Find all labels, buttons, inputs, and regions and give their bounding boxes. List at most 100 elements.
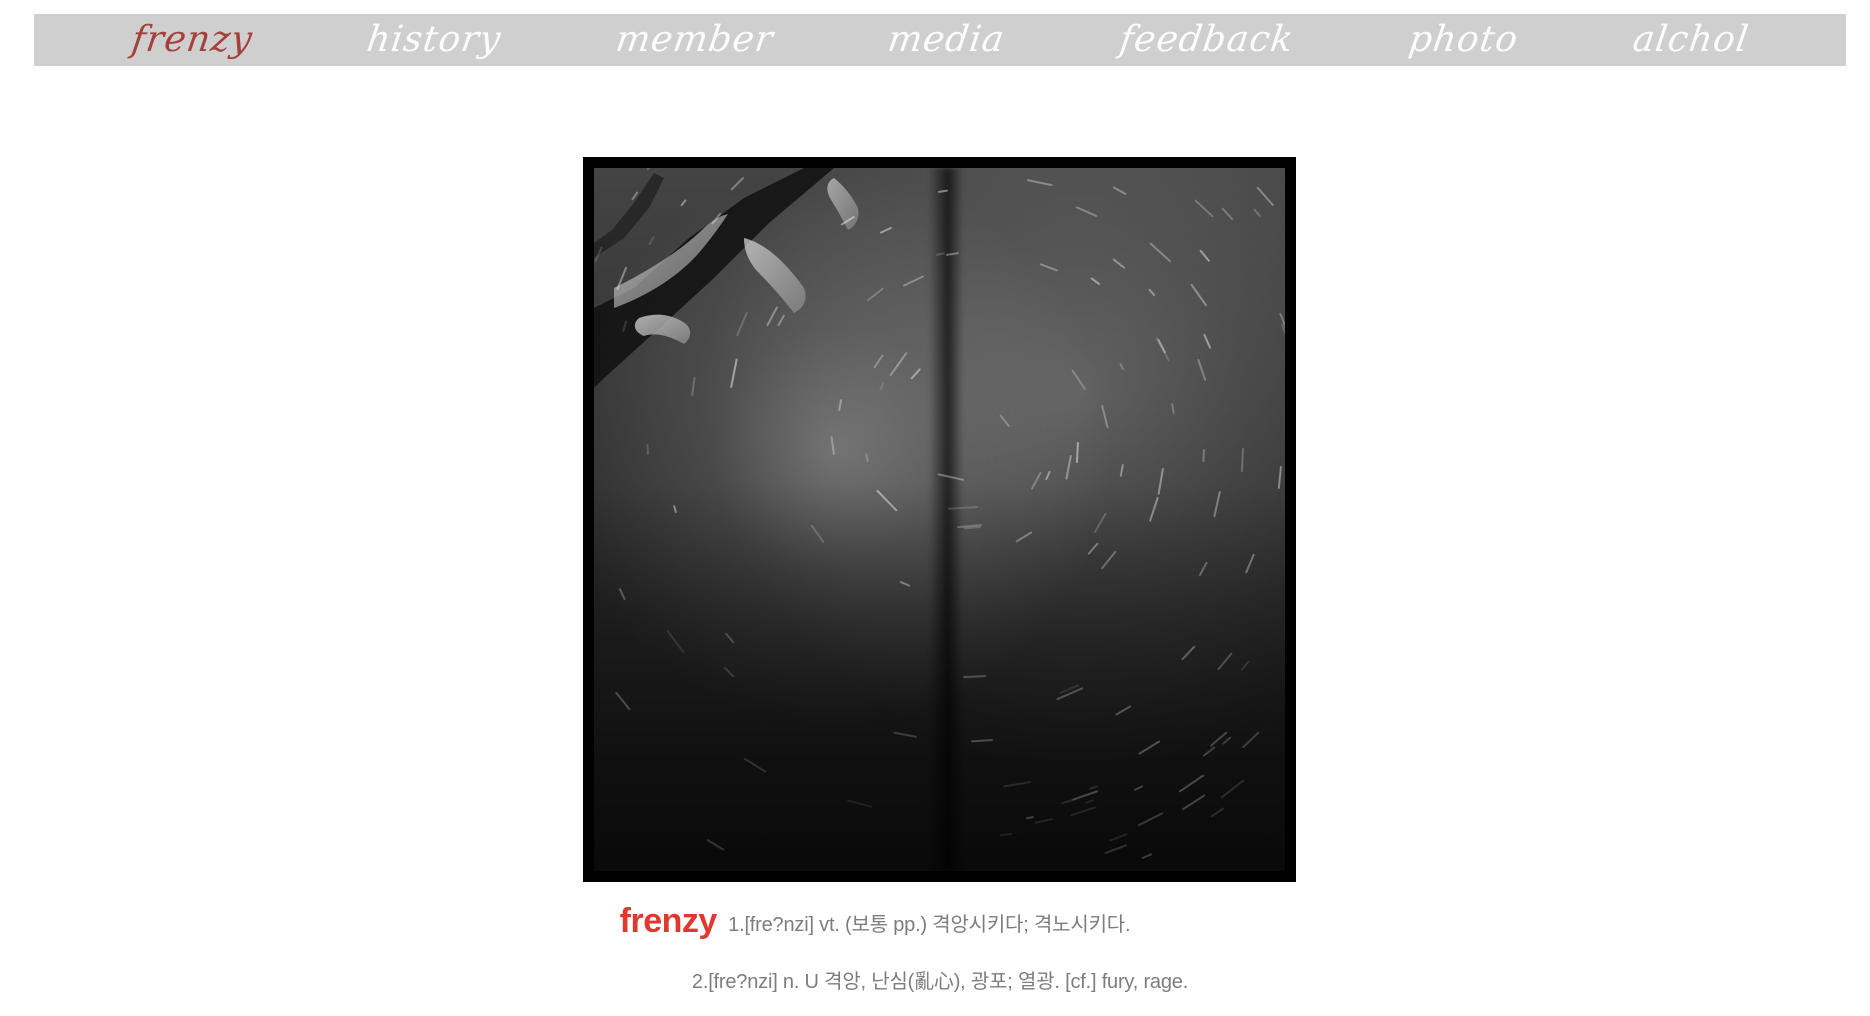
star-streak (1015, 531, 1033, 543)
definition-line-1: frenzy 1.[fre?nzi] vt. (보통 pp.) 격앙시키다; 격… (620, 902, 1131, 941)
star-streak (902, 275, 924, 287)
star-streak (1196, 358, 1207, 382)
star-streak (1085, 799, 1095, 805)
star-streak (998, 414, 1010, 428)
star-streak (1220, 779, 1245, 800)
star-streak (1141, 853, 1153, 860)
star-streak (847, 799, 873, 809)
definition-caption: frenzy 1.[fre?nzi] vt. (보통 pp.) 격앙시키다; 격… (0, 902, 1870, 994)
star-streak (672, 504, 677, 514)
star-streak (1240, 660, 1250, 671)
star-streak (1033, 817, 1054, 824)
star-streak (1213, 490, 1222, 518)
nav-link-member[interactable]: member (613, 19, 776, 60)
star-streak (1070, 369, 1086, 390)
star-streak (865, 452, 870, 462)
star-streak (1061, 799, 1074, 805)
star-streak (1087, 542, 1099, 556)
star-streak (1119, 362, 1125, 371)
nav-link-feedback[interactable]: feedback (1117, 19, 1296, 60)
star-streak (1090, 276, 1101, 285)
star-streak (1244, 553, 1255, 574)
star-streak (1198, 561, 1208, 577)
star-streak (1154, 336, 1170, 363)
nav-link-history[interactable]: history (364, 19, 504, 60)
top-navigation: frenzy history member media feedback pho… (34, 14, 1846, 66)
star-streak (1194, 199, 1214, 218)
star-streak (1201, 448, 1205, 463)
star-streak (1255, 186, 1274, 206)
star-streak (875, 489, 898, 513)
nav-link-media[interactable]: media (886, 19, 1008, 60)
star-streak (1209, 730, 1228, 747)
star-streak (1216, 652, 1233, 671)
foliage-silhouette (594, 168, 859, 388)
star-streak (830, 436, 836, 456)
star-streak (1181, 645, 1196, 661)
star-streak (646, 443, 649, 456)
star-streak (945, 251, 959, 256)
star-streak (1179, 773, 1205, 793)
star-streak (1070, 806, 1097, 817)
definition-word: frenzy (619, 902, 718, 940)
star-streak (999, 832, 1013, 837)
star-streak (1109, 832, 1128, 842)
star-streak (938, 189, 949, 193)
star-streak (1026, 179, 1053, 187)
star-streak (937, 473, 965, 482)
star-streak (1075, 205, 1098, 218)
star-streak (1171, 402, 1176, 414)
nav-link-photo[interactable]: photo (1406, 19, 1521, 60)
star-streak (723, 666, 735, 678)
nav-link-alchol[interactable]: alchol (1630, 19, 1751, 60)
star-streak (1039, 263, 1058, 272)
star-streak (1222, 735, 1233, 745)
star-streak (705, 838, 725, 851)
definition-text-2: 2.[fre?nzi] n. U 격앙, 난심(亂心), 광포; 열광. [cf… (691, 971, 1189, 993)
star-streak (1147, 288, 1156, 298)
star-streak (810, 524, 825, 544)
star-streak (910, 368, 922, 380)
star-streak (1202, 333, 1212, 350)
star-streak (724, 632, 735, 645)
star-streak (1137, 811, 1164, 826)
star-streak (1112, 186, 1127, 196)
star-streak (618, 587, 627, 601)
star-streak (1133, 785, 1144, 792)
star-streak (1065, 454, 1073, 481)
definition-line-2: 2.[fre?nzi] n. U 격앙, 난심(亂心), 광포; 열광. [cf… (692, 965, 1188, 994)
star-streak (1088, 785, 1099, 791)
star-streak (1181, 794, 1206, 811)
star-streak (1044, 470, 1051, 480)
star-streak (1056, 686, 1084, 701)
star-streak (957, 524, 983, 529)
nav-link-frenzy[interactable]: frenzy (129, 19, 255, 60)
star-streak (1210, 806, 1225, 818)
star-streak (743, 757, 767, 773)
definition-text-1: 1.[fre?nzi] vt. (보통 pp.) 격앙시키다; 격노시키다. (728, 914, 1131, 936)
star-streak (1138, 739, 1161, 755)
star-streak (1242, 731, 1260, 749)
main-photo (594, 168, 1285, 871)
star-streak (1030, 471, 1042, 491)
star-streak (1072, 789, 1099, 801)
star-streak (1277, 465, 1282, 489)
star-streak (1115, 705, 1132, 716)
star-streak (1003, 781, 1032, 788)
star-streak (1119, 463, 1124, 478)
star-streak (889, 352, 908, 377)
star-streak (971, 738, 994, 743)
star-streak (594, 805, 595, 818)
star-streak (893, 731, 918, 739)
star-streak (963, 675, 987, 679)
star-streak (1100, 549, 1117, 570)
star-streak (948, 505, 979, 510)
star-streak (1112, 258, 1126, 270)
star-streak (899, 580, 911, 587)
star-streak (1100, 404, 1109, 429)
star-streak (964, 525, 982, 530)
star-streak (1025, 816, 1035, 820)
star-streak (1190, 282, 1208, 306)
star-streak (666, 629, 686, 654)
star-streak (1221, 206, 1234, 221)
